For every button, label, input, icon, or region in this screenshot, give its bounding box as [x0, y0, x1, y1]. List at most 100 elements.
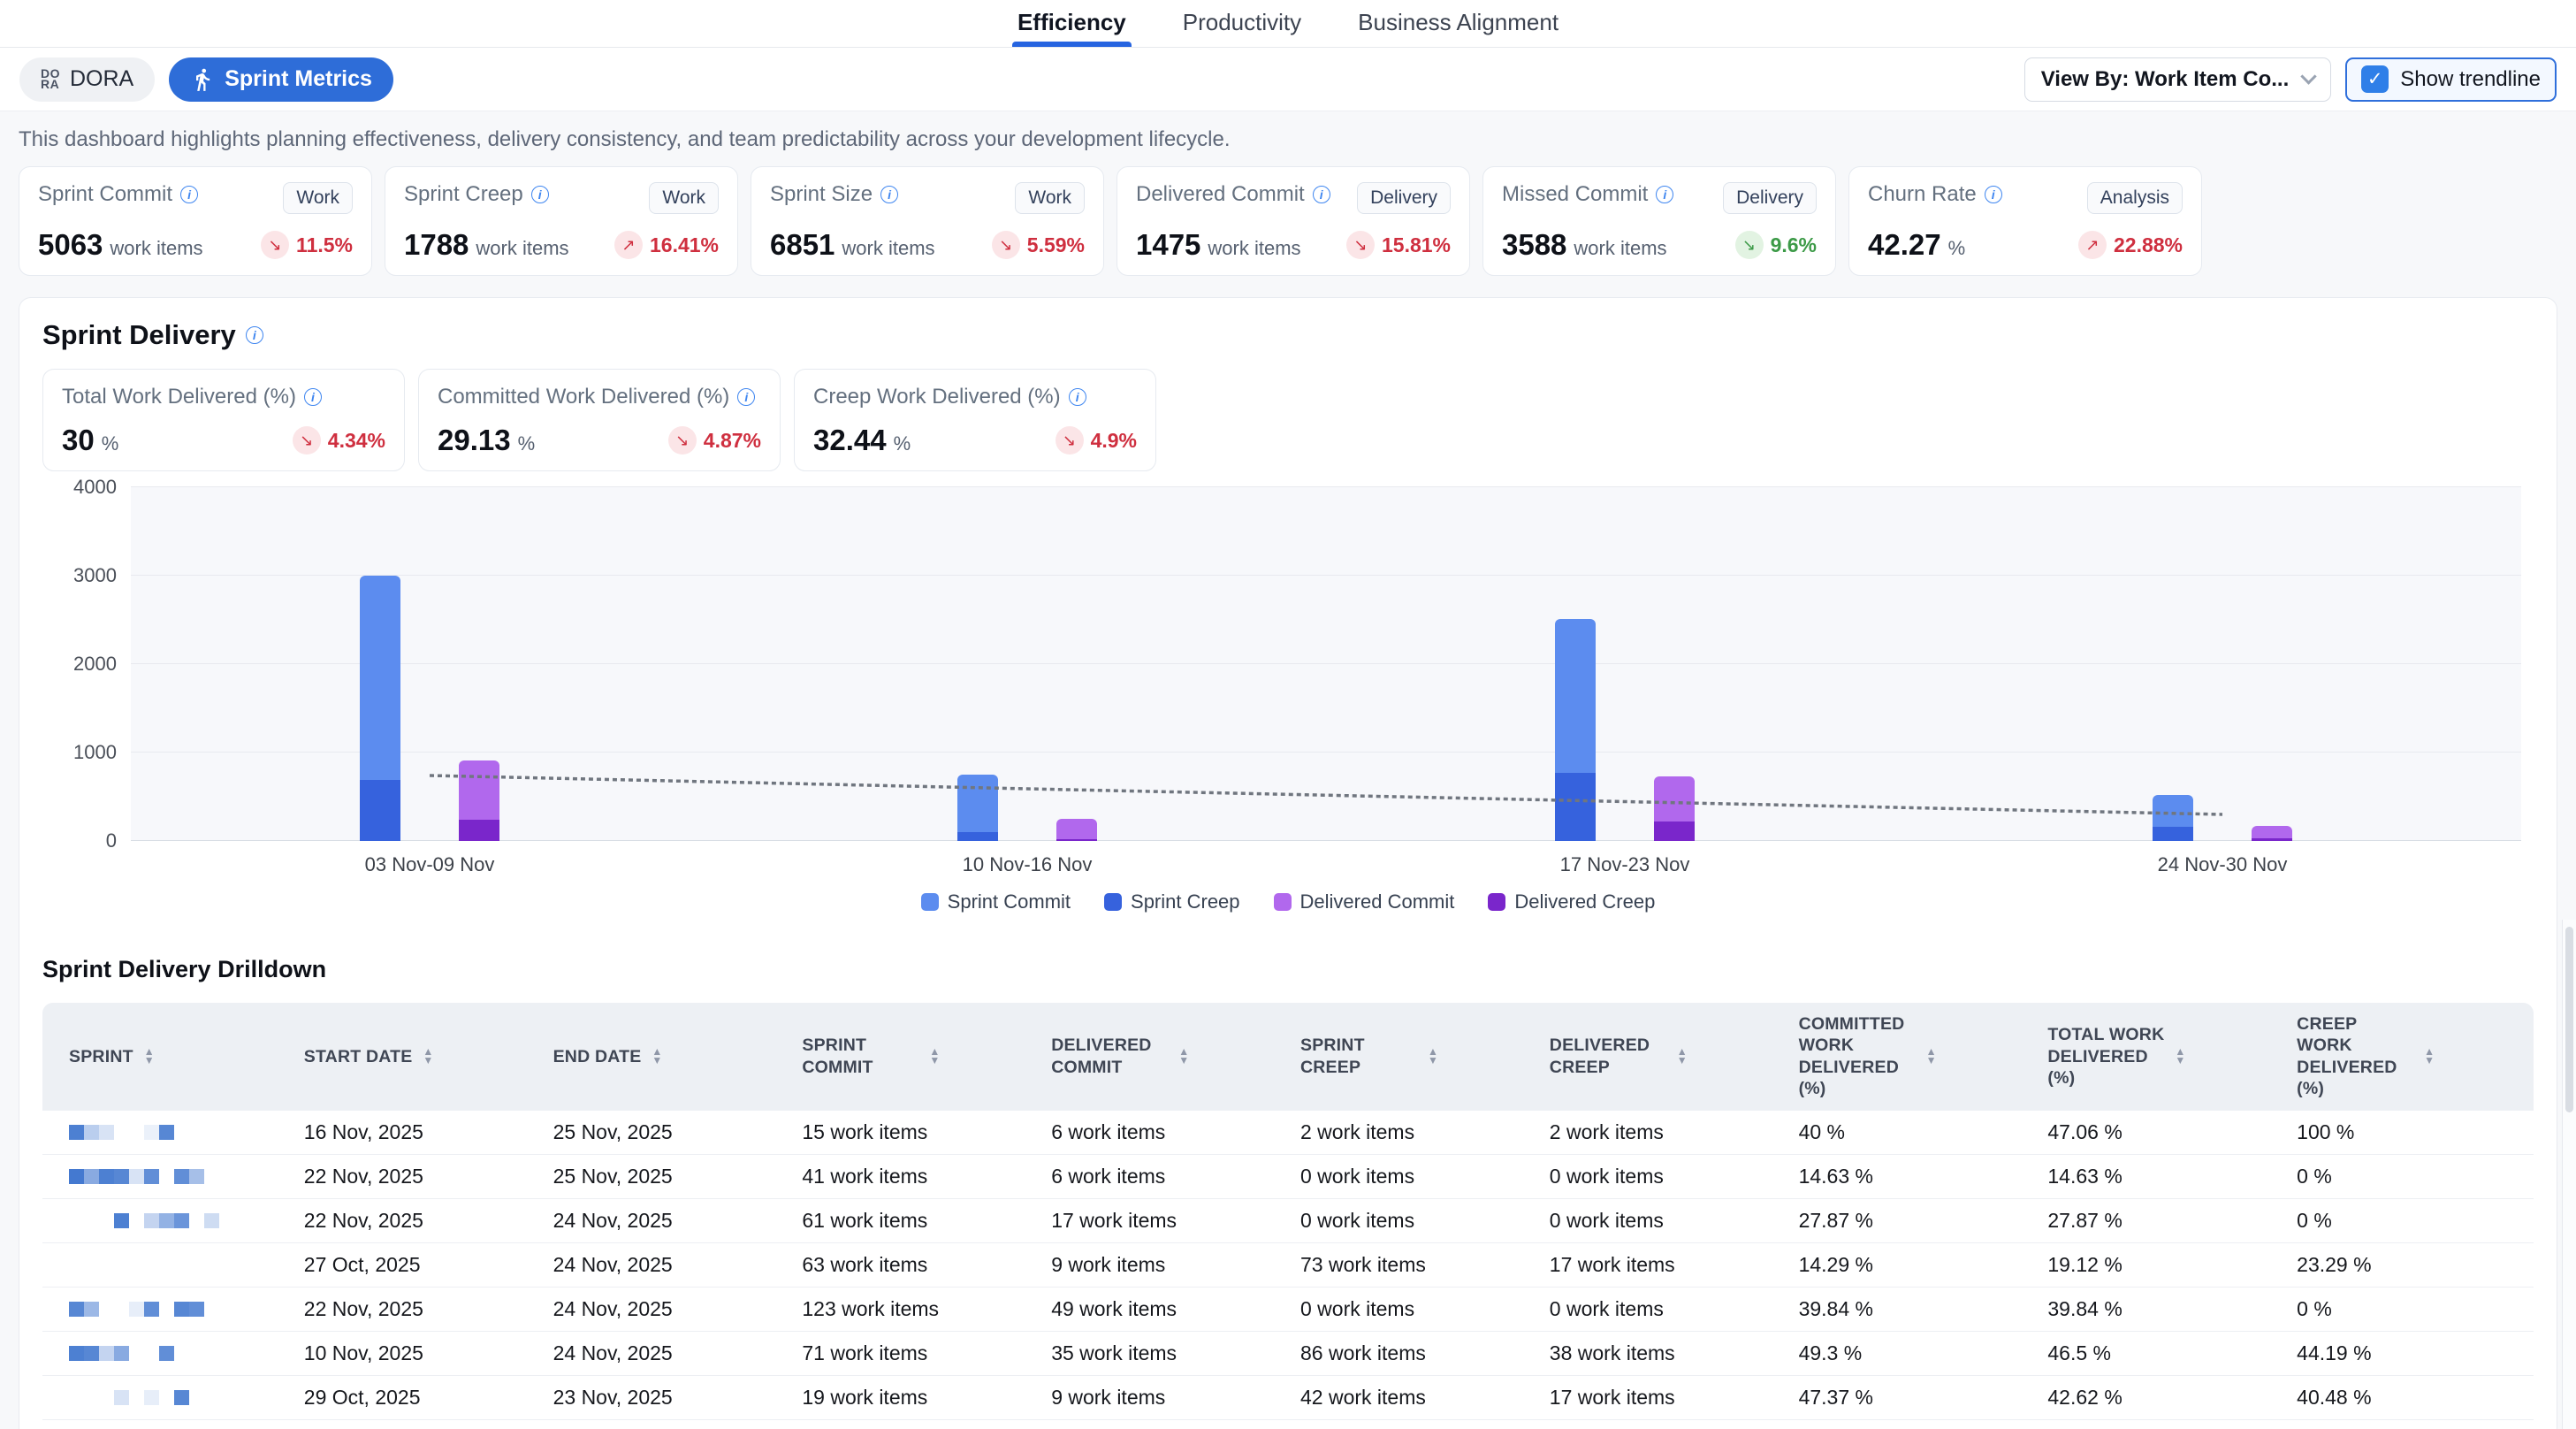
- trend-up-icon: ↗: [614, 231, 643, 259]
- chevron-down-icon: [2301, 68, 2317, 84]
- metric-value: 30%: [62, 424, 118, 457]
- info-icon[interactable]: i: [246, 326, 263, 344]
- column-header-sprint-commit[interactable]: Sprint Commit▲▼: [789, 1003, 1039, 1111]
- cell-delivered-commit: 49 work items: [1039, 1288, 1288, 1332]
- sprint-delivery-title: Sprint Delivery: [42, 319, 236, 351]
- metric-value-unit: %: [518, 432, 536, 455]
- metric-value: 29.13%: [438, 424, 535, 457]
- cell-sprint: [42, 1111, 292, 1155]
- table-row[interactable]: 22 Nov, 202524 Nov, 202561 work items17 …: [42, 1199, 2534, 1243]
- metric-card-title: Churn Rate i: [1868, 182, 2002, 207]
- table-row[interactable]: 22 Nov, 202524 Nov, 2025123 work items49…: [42, 1288, 2534, 1332]
- metric-delta-percent: 4.34%: [328, 429, 385, 453]
- metric-value-number: 29.13: [438, 424, 511, 456]
- column-header-committed-work-delivered[interactable]: Committed Work Delivered (%)▲▼: [1787, 1003, 2036, 1111]
- view-by-dropdown[interactable]: View By: Work Item Co...: [2024, 57, 2332, 102]
- metric-delta: ↘15.81%: [1346, 231, 1451, 259]
- legend-swatch: [921, 893, 939, 911]
- cell-delivered-creep: 2 work items: [1537, 1111, 1787, 1155]
- trendline-checkbox[interactable]: ✓: [2361, 65, 2389, 93]
- legend-item-sprint-commit[interactable]: Sprint Commit: [921, 890, 1071, 913]
- table-row[interactable]: 11 Nov, 202521 Nov, 202540 work items12 …: [42, 1420, 2534, 1429]
- scrollbar-thumb[interactable]: [2565, 927, 2573, 1112]
- info-icon[interactable]: i: [531, 186, 549, 203]
- main-tabs: Efficiency Productivity Business Alignment: [1016, 0, 1560, 47]
- metric-card-title: Sprint Creepi: [404, 182, 549, 207]
- sort-down-icon: ▼: [1178, 1057, 1189, 1065]
- metric-card-sprint-creep: Sprint CreepiWork1788work items↗16.41%: [385, 166, 738, 276]
- tab-efficiency[interactable]: Efficiency: [1016, 0, 1128, 47]
- cell-sprint: [42, 1420, 292, 1429]
- chart-legend: Sprint Commit Sprint Creep Delivered Commi…: [42, 890, 2534, 913]
- cell-sprint-creep: 2 work items: [1288, 1111, 1537, 1155]
- cell-end-date: 25 Nov, 2025: [541, 1111, 790, 1155]
- metric-card-delivered-commit: Delivered CommitiDelivery1475work items↘…: [1117, 166, 1470, 276]
- y-axis-tick-3000: 3000: [73, 564, 117, 587]
- cell-sprint-commit: 63 work items: [789, 1243, 1039, 1288]
- cell-creep-pct: 100 %: [2284, 1111, 2534, 1155]
- cell-delivered-commit: 9 work items: [1039, 1243, 1288, 1288]
- trend-down-icon: ↘: [261, 231, 289, 259]
- cell-start-date: 22 Nov, 2025: [292, 1155, 541, 1199]
- cell-end-date: 24 Nov, 2025: [541, 1243, 790, 1288]
- show-trendline-toggle[interactable]: ✓ Show trendline: [2345, 57, 2557, 102]
- cell-sprint-commit: 123 work items: [789, 1288, 1039, 1332]
- metric-delta: ↘4.87%: [668, 426, 761, 455]
- column-header-delivered-commit[interactable]: Delivered Commit▲▼: [1039, 1003, 1288, 1111]
- metric-delta-percent: 5.59%: [1027, 233, 1085, 257]
- column-header-total-work-delivered[interactable]: Total Work Delivered (%)▲▼: [2035, 1003, 2284, 1111]
- metric-card-total-work-delivered: Total Work Delivered (%)i30%↘4.34%: [42, 369, 405, 471]
- column-header-delivered-creep[interactable]: Delivered Creep▲▼: [1537, 1003, 1787, 1111]
- sort-down-icon: ▼: [144, 1057, 155, 1065]
- table-row[interactable]: 10 Nov, 202524 Nov, 202571 work items35 …: [42, 1332, 2534, 1376]
- table-row[interactable]: 27 Oct, 202524 Nov, 202563 work items9 w…: [42, 1243, 2534, 1288]
- info-icon[interactable]: i: [180, 186, 198, 203]
- cell-total-pct: 46.5 %: [2035, 1332, 2284, 1376]
- metric-card-title: Sprint Sizei: [770, 182, 898, 207]
- table-row[interactable]: 22 Nov, 202525 Nov, 202541 work items6 w…: [42, 1155, 2534, 1199]
- dora-button[interactable]: DORA DORA: [19, 57, 155, 102]
- sort-icon: ▲▼: [1428, 1048, 1438, 1065]
- sprint-metrics-button-label: Sprint Metrics: [225, 66, 372, 92]
- legend-item-sprint-creep[interactable]: Sprint Creep: [1104, 890, 1240, 913]
- metric-card-title-text: Churn Rate: [1868, 182, 1977, 207]
- x-axis-label-17-nov-23-nov: 17 Nov-23 Nov: [1326, 853, 1924, 876]
- column-header-start-date[interactable]: Start Date▲▼: [292, 1003, 541, 1111]
- table-row[interactable]: 16 Nov, 202525 Nov, 202515 work items6 w…: [42, 1111, 2534, 1155]
- legend-item-delivered-commit[interactable]: Delivered Commit: [1274, 890, 1455, 913]
- tab-business-alignment[interactable]: Business Alignment: [1356, 0, 1560, 47]
- cell-end-date: 23 Nov, 2025: [541, 1376, 790, 1420]
- show-trendline-label: Show trendline: [2400, 67, 2541, 92]
- metric-value-number: 42.27: [1868, 228, 1941, 261]
- cell-delivered-creep: 38 work items: [1537, 1332, 1787, 1376]
- cell-committed-pct: 39.84 %: [1787, 1288, 2036, 1332]
- cell-delivered-creep: 0 work items: [1537, 1420, 1787, 1429]
- metric-value-unit: work items: [842, 237, 934, 259]
- column-header-creep-work-delivered[interactable]: Creep Work Delivered (%)▲▼: [2284, 1003, 2534, 1111]
- trend-down-icon: ↘: [668, 426, 697, 455]
- column-header-end-date[interactable]: End Date▲▼: [541, 1003, 790, 1111]
- page-scrollbar[interactable]: [2562, 920, 2576, 1429]
- tab-productivity[interactable]: Productivity: [1181, 0, 1303, 47]
- toolbar: DORA DORA Sprint Metrics View By: Work I…: [0, 48, 2576, 111]
- cell-committed-pct: 14.63 %: [1787, 1155, 2036, 1199]
- toolbar-left: DORA DORA Sprint Metrics: [19, 57, 393, 102]
- info-icon[interactable]: i: [737, 388, 755, 406]
- info-icon[interactable]: i: [1069, 388, 1086, 406]
- legend-swatch: [1488, 893, 1505, 911]
- info-icon[interactable]: i: [1313, 186, 1330, 203]
- sort-down-icon: ▼: [2175, 1057, 2185, 1065]
- info-icon[interactable]: i: [304, 388, 322, 406]
- redacted-sprint-name: [69, 1302, 279, 1317]
- info-icon[interactable]: i: [1985, 186, 2002, 203]
- table-row[interactable]: 29 Oct, 202523 Nov, 202519 work items9 w…: [42, 1376, 2534, 1420]
- sprint-metrics-button[interactable]: Sprint Metrics: [169, 57, 393, 102]
- sort-icon: ▲▼: [144, 1048, 155, 1065]
- column-header-sprint-creep[interactable]: Sprint Creep▲▼: [1288, 1003, 1537, 1111]
- info-icon[interactable]: i: [880, 186, 898, 203]
- legend-item-delivered-creep[interactable]: Delivered Creep: [1488, 890, 1655, 913]
- redacted-sprint-name: [69, 1169, 279, 1184]
- column-header-sprint[interactable]: Sprint▲▼: [42, 1003, 292, 1111]
- trend-down-icon: ↘: [1346, 231, 1375, 259]
- info-icon[interactable]: i: [1656, 186, 1673, 203]
